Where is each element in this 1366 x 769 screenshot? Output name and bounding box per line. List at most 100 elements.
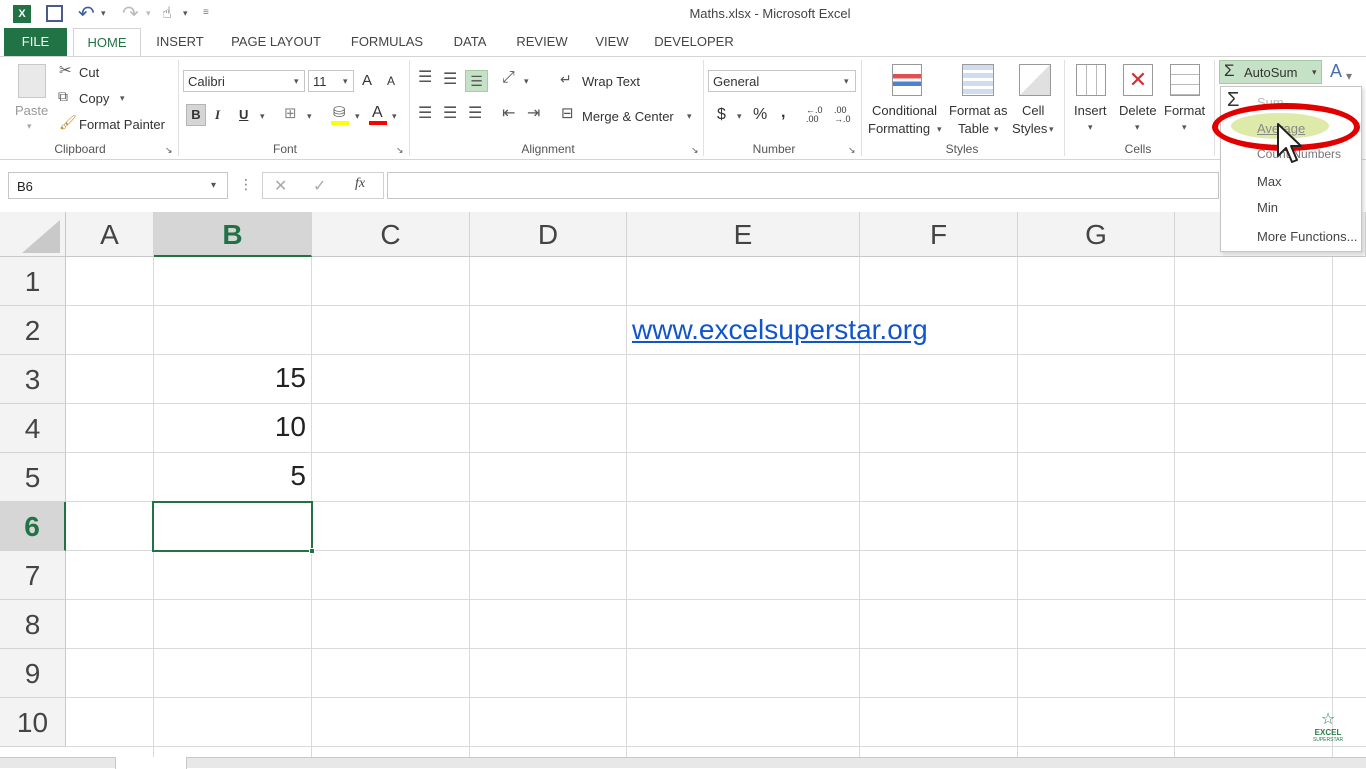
increase-indent-icon[interactable]: ⇥ (527, 106, 540, 122)
row-header-6[interactable]: 6 (0, 502, 66, 551)
currency-dropdown-icon[interactable]: ▾ (737, 112, 742, 121)
delete-dropdown-icon[interactable]: ▾ (1135, 123, 1140, 132)
format-painter-icon[interactable]: 🖌 (59, 115, 77, 129)
tab-page-layout[interactable]: PAGE LAYOUT (222, 28, 330, 56)
format-dropdown-icon[interactable]: ▾ (1182, 123, 1187, 132)
tab-insert[interactable]: INSERT (150, 28, 210, 56)
cell-styles-icon[interactable] (1019, 64, 1051, 96)
wrap-text-button[interactable]: Wrap Text (582, 74, 640, 89)
conditional-formatting-icon[interactable] (892, 64, 922, 96)
column-header-b[interactable]: B (154, 212, 312, 257)
align-bottom-icon[interactable]: ☰ (465, 70, 488, 92)
row-header-5[interactable]: 5 (0, 453, 66, 502)
font-name-dropdown-icon[interactable]: ▾ (294, 77, 299, 86)
insert-function-icon[interactable]: fx (355, 176, 365, 192)
alignment-launcher-icon[interactable]: ↘ (691, 146, 699, 155)
underline-button[interactable]: U (239, 107, 248, 122)
menu-item-min[interactable]: Min (1257, 200, 1278, 215)
decrease-decimal-button[interactable]: .00 →.0 (834, 106, 856, 124)
formula-input[interactable] (387, 172, 1219, 199)
enter-icon[interactable]: ✓ (313, 176, 326, 196)
format-painter-button[interactable]: Format Painter (79, 117, 165, 132)
tab-data[interactable]: DATA (444, 28, 496, 56)
paste-dropdown-icon[interactable]: ▾ (27, 122, 32, 131)
italic-button[interactable]: I (215, 107, 220, 123)
autosum-dropdown-icon[interactable]: ▾ (1312, 67, 1317, 78)
copy-dropdown-icon[interactable]: ▾ (120, 94, 125, 103)
cell-b3[interactable]: 15 (156, 362, 306, 394)
comma-button[interactable]: , (781, 104, 785, 122)
font-size-box[interactable]: 11 ▾ (308, 70, 354, 92)
column-header-a[interactable]: A (66, 212, 154, 257)
row-header-1[interactable]: 1 (0, 257, 66, 306)
insert-dropdown-icon[interactable]: ▾ (1088, 123, 1093, 132)
touch-dropdown-icon[interactable]: ▾ (183, 8, 188, 19)
increase-decimal-button[interactable]: ←.0 .00 (806, 106, 828, 124)
decrease-indent-icon[interactable]: ⇤ (502, 106, 515, 122)
save-icon[interactable] (46, 5, 63, 22)
number-format-dropdown-icon[interactable]: ▾ (844, 77, 849, 86)
copy-button[interactable]: Copy (79, 91, 109, 106)
merge-dropdown-icon[interactable]: ▾ (687, 112, 692, 121)
borders-dropdown-icon[interactable]: ▾ (307, 112, 312, 121)
merge-center-icon[interactable]: ⊟ (561, 106, 574, 121)
delete-cells-button[interactable]: Delete (1119, 103, 1157, 118)
tab-view[interactable]: VIEW (588, 28, 636, 56)
more-options-icon[interactable]: ⋮ (239, 176, 253, 193)
row-header-2[interactable]: 2 (0, 306, 66, 355)
column-header-e[interactable]: E (627, 212, 860, 257)
cut-button[interactable]: Cut (79, 65, 99, 80)
column-header-g[interactable]: G (1018, 212, 1175, 257)
align-right-icon[interactable]: ☰ (468, 106, 482, 122)
row-header-8[interactable]: 8 (0, 600, 66, 649)
name-box-dropdown-icon[interactable]: ▾ (211, 180, 216, 191)
font-color-button[interactable]: A (372, 104, 383, 122)
format-cells-button[interactable]: Format (1164, 103, 1205, 118)
cell-e2-hyperlink[interactable]: www.excelsuperstar.org (632, 314, 928, 346)
cell-b5[interactable]: 5 (156, 460, 306, 492)
fill-dropdown-icon[interactable]: ▾ (355, 112, 360, 121)
paste-icon[interactable] (18, 64, 46, 98)
undo-icon[interactable]: ↶ (78, 1, 95, 26)
align-middle-icon[interactable]: ☰ (443, 72, 457, 88)
underline-dropdown-icon[interactable]: ▾ (260, 112, 265, 121)
row-header-4[interactable]: 4 (0, 404, 66, 453)
cell-b4[interactable]: 10 (156, 411, 306, 443)
font-name-box[interactable]: Calibri ▾ (183, 70, 305, 92)
font-launcher-icon[interactable]: ↘ (396, 146, 404, 155)
tab-formulas[interactable]: FORMULAS (342, 28, 432, 56)
cancel-icon[interactable]: ✕ (274, 176, 287, 196)
bold-button[interactable]: B (186, 104, 206, 126)
cut-icon[interactable]: ✂ (59, 63, 72, 78)
merge-center-button[interactable]: Merge & Center (582, 109, 674, 124)
select-all-corner[interactable] (0, 212, 66, 257)
undo-dropdown-icon[interactable]: ▾ (101, 8, 106, 19)
redo-icon[interactable]: ↷ (122, 1, 139, 26)
column-header-c[interactable]: C (312, 212, 470, 257)
tab-home[interactable]: HOME (73, 28, 141, 57)
redo-dropdown-icon[interactable]: ▾ (146, 8, 151, 19)
row-header-10[interactable]: 10 (0, 698, 66, 747)
font-color-dropdown-icon[interactable]: ▾ (392, 112, 397, 121)
insert-cells-icon[interactable] (1076, 64, 1106, 96)
fill-color-icon[interactable]: ⛁ (333, 105, 346, 120)
format-as-table-button[interactable]: Format as (949, 103, 1008, 118)
sort-filter-icon[interactable]: A (1330, 62, 1342, 80)
wrap-text-icon[interactable]: ↵ (560, 72, 572, 86)
sort-filter-dropdown-icon[interactable]: ▾ (1346, 70, 1352, 82)
active-cell-b6[interactable] (152, 501, 313, 552)
currency-button[interactable]: $ (717, 106, 726, 124)
tab-review[interactable]: REVIEW (510, 28, 574, 56)
delete-cells-icon[interactable]: ✕ (1123, 64, 1153, 96)
align-top-icon[interactable]: ☰ (418, 70, 432, 86)
menu-item-more-functions[interactable]: More Functions... (1257, 229, 1357, 244)
row-header-9[interactable]: 9 (0, 649, 66, 698)
number-launcher-icon[interactable]: ↘ (848, 146, 856, 155)
name-box[interactable]: B6 ▾ (8, 172, 228, 199)
cell-styles-dropdown-icon[interactable]: ▾ (1049, 125, 1054, 134)
menu-item-max[interactable]: Max (1257, 174, 1282, 189)
row-header-7[interactable]: 7 (0, 551, 66, 600)
format-cells-icon[interactable] (1170, 64, 1200, 96)
customize-qat-icon[interactable]: ≡ (203, 7, 209, 18)
grow-font-button[interactable]: A (362, 72, 372, 89)
